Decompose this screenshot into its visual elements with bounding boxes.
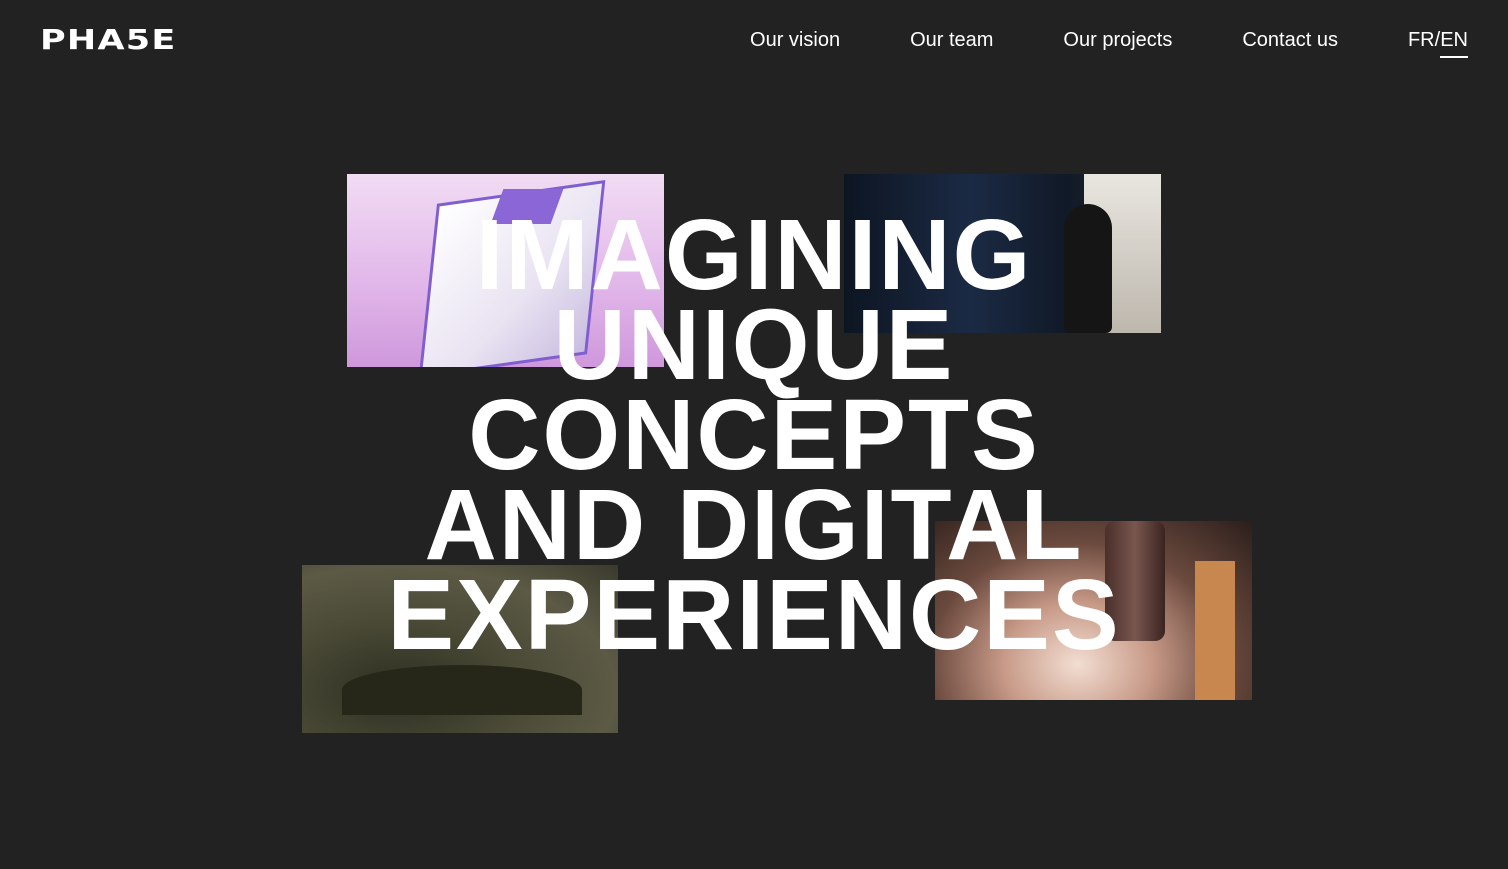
- page: PHA5E Our vision Our team Our projects C…: [0, 0, 1508, 869]
- nav-our-projects[interactable]: Our projects: [1063, 28, 1172, 52]
- headline-line-1: IMAGINING: [475, 199, 1033, 311]
- headline-line-4: AND DIGITAL: [424, 469, 1084, 581]
- hero-headline: IMAGINING UNIQUE CONCEPTS AND DIGITAL EX…: [0, 199, 1508, 671]
- lang-fr[interactable]: FR: [1408, 28, 1435, 52]
- headline-line-2: UNIQUE: [553, 289, 955, 401]
- logo[interactable]: PHA5E: [40, 24, 177, 56]
- nav-our-team[interactable]: Our team: [910, 28, 993, 52]
- headline-line-3: CONCEPTS: [468, 379, 1040, 491]
- mountain-ridge: [342, 665, 582, 715]
- headline-line-5: EXPERIENCES: [387, 559, 1121, 671]
- nav-contact-us[interactable]: Contact us: [1242, 28, 1338, 52]
- language-switcher: FR / EN: [1408, 28, 1468, 58]
- lang-en[interactable]: EN: [1440, 28, 1468, 58]
- main-nav: Our vision Our team Our projects Contact…: [750, 28, 1468, 58]
- nav-our-vision[interactable]: Our vision: [750, 28, 840, 52]
